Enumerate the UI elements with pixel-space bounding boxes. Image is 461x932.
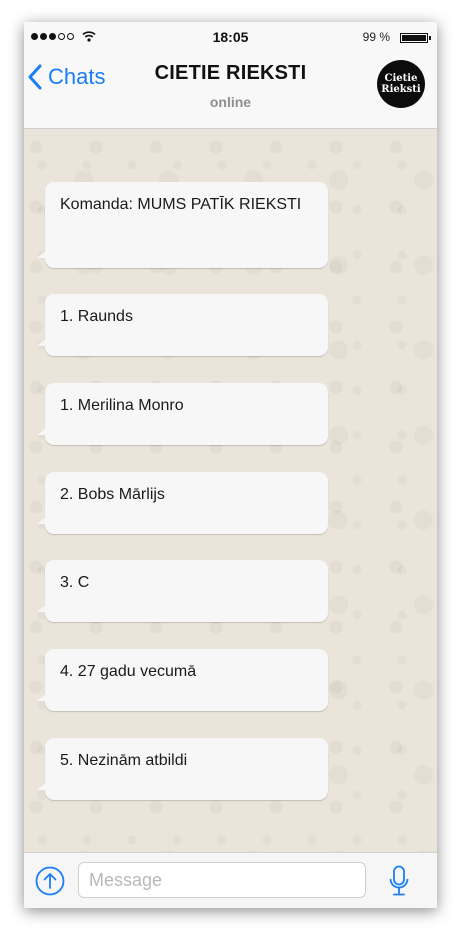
microphone-icon[interactable] (388, 865, 410, 897)
message-bubble[interactable]: 1. Raunds (37, 294, 328, 356)
avatar-logo-text: Cietie Rieksti (381, 73, 421, 95)
chat-header: Chats CIETIE RIEKSTI online Cietie Rieks… (24, 50, 437, 129)
message-input[interactable] (78, 862, 366, 898)
message-bubble[interactable]: Komanda: MUMS PATĪK RIEKSTI (37, 182, 328, 268)
chat-status: online (209, 94, 252, 110)
upload-icon[interactable] (35, 866, 65, 896)
chat-title: CIETIE RIEKSTI (154, 62, 307, 84)
avatar[interactable]: Cietie Rieksti (377, 60, 425, 108)
phone-screen: 18:05 99 % Chats CIETIE RIEKSTI online C… (24, 22, 437, 908)
input-bar (24, 852, 437, 908)
battery-percent: 99 % (362, 30, 390, 44)
message-list[interactable]: Komanda: MUMS PATĪK RIEKSTI 1. Raunds 1.… (24, 129, 437, 852)
battery-icon (400, 33, 431, 43)
message-bubble[interactable]: 2. Bobs Mārlijs (37, 472, 328, 534)
message-bubble[interactable]: 3. C (37, 560, 328, 622)
message-bubble[interactable]: 5. Nezinām atbildi (37, 738, 328, 800)
message-bubble[interactable]: 4. 27 gadu vecumā (37, 649, 328, 711)
status-bar: 18:05 99 % (24, 22, 437, 50)
message-bubble[interactable]: 1. Merilina Monro (37, 383, 328, 445)
